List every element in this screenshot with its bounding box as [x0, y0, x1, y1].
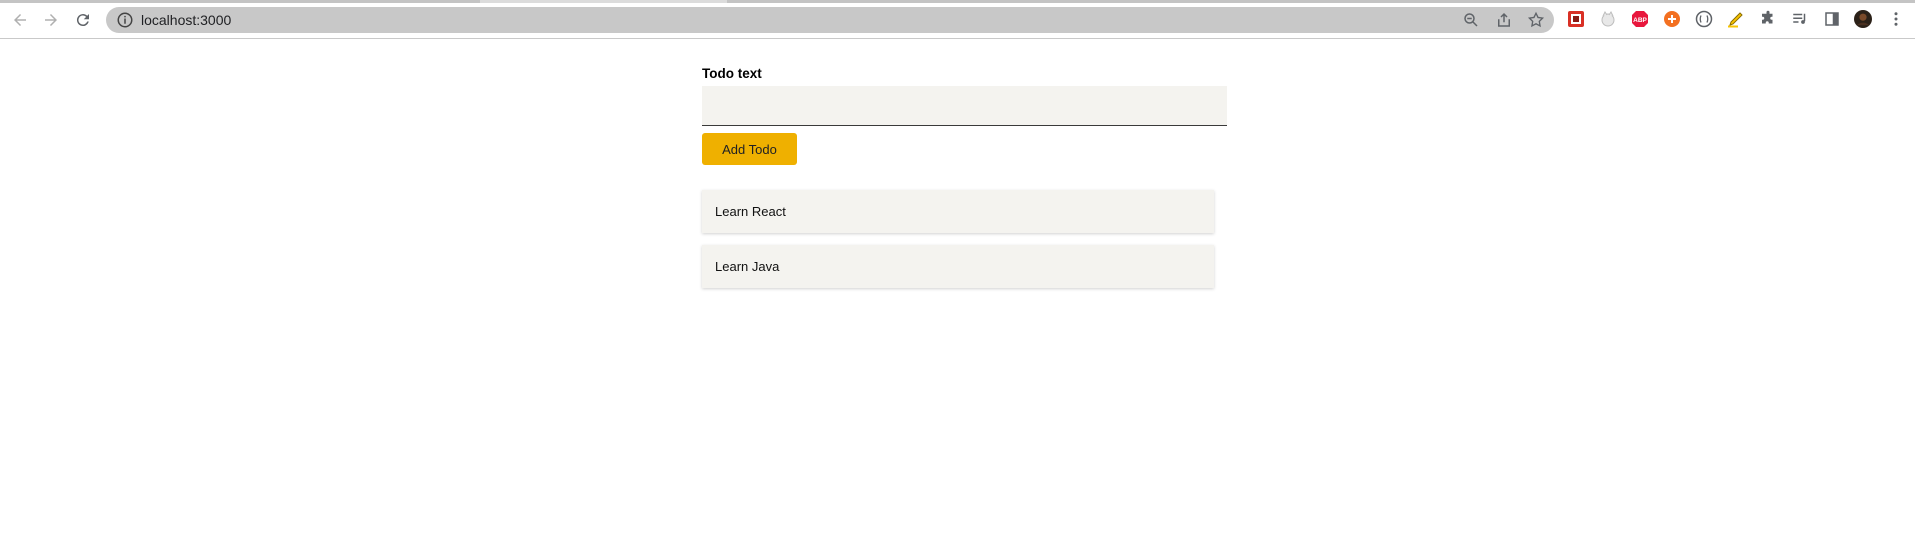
- share-icon[interactable]: [1495, 11, 1513, 29]
- extension-orange-icon[interactable]: [1663, 10, 1681, 28]
- extensions-puzzle-icon[interactable]: [1759, 10, 1777, 28]
- profile-avatar[interactable]: [1854, 10, 1872, 28]
- zoom-icon[interactable]: [1462, 11, 1480, 29]
- extension-highlighter-icon[interactable]: [1727, 10, 1745, 28]
- todo-text-input[interactable]: [702, 86, 1227, 126]
- browser-toolbar: localhost:3000 ABP: [0, 0, 1915, 39]
- reload-icon: [76, 14, 89, 27]
- forward-button[interactable]: [39, 8, 63, 32]
- adblock-plus-icon[interactable]: ABP: [1631, 10, 1649, 28]
- todo-item[interactable]: Learn React: [702, 190, 1214, 233]
- todo-text-label: Todo text: [702, 66, 762, 81]
- media-control-icon[interactable]: [1791, 10, 1809, 28]
- extension-cat-icon[interactable]: [1599, 10, 1617, 28]
- back-button[interactable]: [8, 8, 32, 32]
- adblock-label: ABP: [1633, 17, 1647, 24]
- extension-circle-icon[interactable]: [1695, 10, 1713, 28]
- bookmark-star-icon[interactable]: [1527, 11, 1545, 29]
- arrow-left-icon: [14, 14, 26, 26]
- add-todo-button[interactable]: Add Todo: [702, 133, 797, 165]
- side-panel-icon[interactable]: [1823, 10, 1841, 28]
- extension-red-icon[interactable]: [1567, 10, 1585, 28]
- menu-kebab-icon[interactable]: [1887, 10, 1905, 28]
- todo-item[interactable]: Learn Java: [702, 245, 1214, 288]
- reload-button[interactable]: [71, 8, 95, 32]
- todo-form: Todo text Add Todo: [702, 66, 1227, 165]
- arrow-right-icon: [45, 14, 57, 26]
- url-text[interactable]: localhost:3000: [141, 12, 231, 28]
- tab-strip: [0, 0, 1915, 3]
- address-bar[interactable]: localhost:3000: [106, 7, 1554, 33]
- info-icon[interactable]: [116, 11, 134, 29]
- todo-app: Todo text Add Todo Learn React Learn Jav…: [702, 66, 1227, 300]
- todo-list: Learn React Learn Java: [702, 190, 1214, 288]
